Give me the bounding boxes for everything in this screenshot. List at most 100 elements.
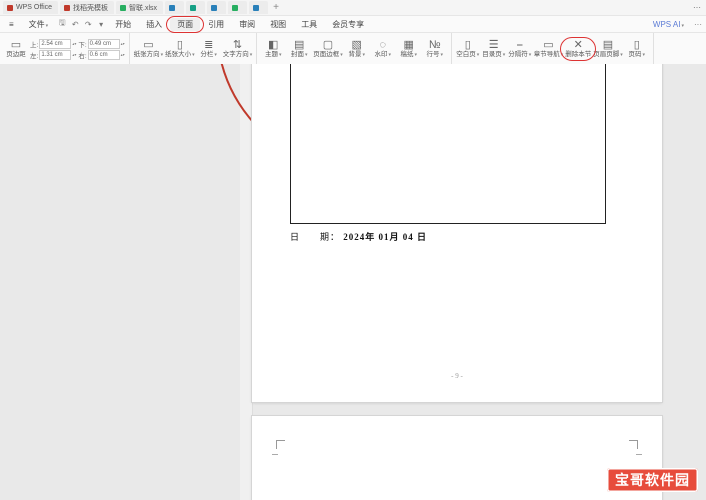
window-more-icon[interactable]: ⋯ [691, 2, 703, 14]
tab-doc-8[interactable] [249, 1, 268, 14]
chevron-down-icon: ▾ [529, 52, 532, 58]
ribbon-章节导航-button[interactable]: ▭章节导航▾ [534, 40, 564, 59]
margin-bottom-right-col: 下:0.49 cm▴▾ 右:0.6 cm▴▾ [78, 39, 124, 60]
封面-icon: ▤ [294, 40, 304, 51]
xls-icon [120, 5, 126, 11]
date-field: 日 期： 2024年 01月 04 日 [290, 230, 624, 243]
文字方向-icon: ⇅ [233, 40, 242, 51]
field-label: 日 期： [290, 232, 340, 242]
页码-icon: ▯ [634, 40, 640, 51]
bordered-text-frame[interactable] [290, 64, 606, 224]
水印-icon: ◌ [379, 40, 386, 51]
ribbon-稿纸-button[interactable]: ▦稿纸▾ [397, 40, 421, 59]
tab-wps-office[interactable]: WPS Office [3, 1, 58, 14]
页眉页脚-icon: ▤ [603, 40, 613, 51]
chevron-down-icon: ▾ [414, 52, 417, 58]
stepper-icon: ▴▾ [72, 42, 76, 45]
redo-icon[interactable]: ↷ [82, 18, 94, 30]
ribbon-分隔符-button[interactable]: ⎯分隔符▾ [508, 40, 532, 59]
纸张大小-icon: ▯ [177, 40, 183, 51]
menu-reference[interactable]: 引用 [201, 18, 231, 31]
chevron-down-icon: ▾ [279, 52, 282, 58]
document-page-2[interactable] [252, 416, 662, 500]
ribbon-label: 行号▾ [426, 52, 443, 59]
menu-member[interactable]: 会员专享 [325, 18, 371, 31]
margin-top-left-col: 上:2.54 cm▴▾ 左:1.31 cm▴▾ [30, 39, 76, 60]
目录页-icon: ☰ [489, 40, 499, 51]
more-qat-icon[interactable]: ▾ [95, 18, 107, 30]
menu-file[interactable]: 文件▾ [22, 18, 56, 31]
ribbon-目录页-button[interactable]: ☰目录页▾ [482, 40, 506, 59]
menu-review[interactable]: 审阅 [232, 18, 262, 31]
ribbon-行号-button[interactable]: №行号▾ [423, 40, 447, 59]
tab-daoke[interactable]: 找稻壳模板 [60, 1, 114, 14]
watermark-badge: 宝哥软件园 [607, 468, 698, 492]
margin-mark-icon [636, 454, 642, 455]
ribbon-水印-button[interactable]: ◌水印▾ [371, 40, 395, 59]
chevron-down-icon: ▾ [305, 52, 308, 58]
ribbon-label: 删除本节 [565, 52, 591, 59]
menu-tools[interactable]: 工具 [294, 18, 324, 31]
margin-mark-icon [272, 454, 278, 455]
ribbon-label: 章节导航▾ [534, 52, 564, 59]
ribbon-label: 分栏▾ [200, 52, 217, 59]
chevron-down-icon: ▾ [681, 23, 684, 29]
ribbon-纸张方向-button[interactable]: ▭纸张方向▾ [134, 40, 164, 59]
ribbon-背景-button[interactable]: ▧背景▾ [345, 40, 369, 59]
menu-kebab-icon[interactable]: ··· [692, 18, 704, 30]
ribbon-文字方向-button[interactable]: ⇅文字方向▾ [223, 40, 253, 59]
chevron-down-icon: ▾ [620, 52, 623, 58]
margin-top-input[interactable]: 上:2.54 cm▴▾ [30, 39, 76, 49]
tab-xlsx[interactable]: 智联.xlsx [116, 1, 163, 14]
hamburger-icon[interactable]: ≡ [2, 19, 21, 30]
chevron-down-icon: ▾ [503, 52, 506, 58]
tab-doc-6[interactable] [207, 1, 226, 14]
空白页-icon: ▯ [465, 40, 471, 51]
主题-icon: ◧ [268, 40, 278, 51]
ribbon-删除本节-button[interactable]: ✕删除本节 [565, 40, 591, 59]
stepper-icon: ▴▾ [121, 53, 125, 56]
chevron-down-icon: ▾ [642, 52, 645, 58]
ribbon-label: 纸张大小▾ [165, 52, 195, 59]
menu-insert[interactable]: 插入 [139, 18, 169, 31]
删除本节-icon: ✕ [574, 40, 583, 51]
ribbon-分栏-button[interactable]: ≣分栏▾ [197, 40, 221, 59]
menu-view[interactable]: 视图 [263, 18, 293, 31]
ribbon-封面-button[interactable]: ▤封面▾ [287, 40, 311, 59]
margin-left-input[interactable]: 左:1.31 cm▴▾ [30, 50, 76, 60]
date-value: 2024年 01月 04 日 [343, 232, 427, 242]
wps-ai-button[interactable]: WPS AI▾ [646, 19, 691, 30]
menu-page[interactable]: 页面 [170, 18, 200, 31]
save-icon[interactable]: 🖫 [56, 18, 68, 30]
margin-right-input[interactable]: 右:0.6 cm▴▾ [78, 50, 124, 60]
margin-group: ▭ 页边距 上:2.54 cm▴▾ 左:1.31 cm▴▾ 下:0.49 cm▴… [0, 33, 130, 65]
ribbon-label: 背景▾ [348, 52, 365, 59]
tab-add-button[interactable]: + [270, 2, 282, 13]
undo-icon[interactable]: ↶ [69, 18, 81, 30]
stepper-icon: ▴▾ [72, 53, 76, 56]
tab-doc-7[interactable] [228, 1, 247, 14]
ribbon-label: 空白页▾ [456, 52, 479, 59]
tab-doc-4[interactable] [165, 1, 184, 14]
ribbon-页面边框-button[interactable]: ▢页面边框▾ [313, 40, 343, 59]
menu-bar: ≡ 文件▾ 🖫 ↶ ↷ ▾ 开始 插入 页面 引用 审阅 视图 工具 会员专享 … [0, 16, 706, 33]
menu-start[interactable]: 开始 [108, 18, 138, 31]
tab-doc-5[interactable] [186, 1, 205, 14]
workspace: 单位名称及盖章： 有限公司 经 办 人： 日 期： 2024年 01月 04 日… [0, 64, 706, 500]
ribbon-页码-button[interactable]: ▯页码▾ [625, 40, 649, 59]
doc-icon [253, 5, 259, 11]
ribbon-页眉页脚-button[interactable]: ▤页眉页脚▾ [593, 40, 623, 59]
ribbon-主题-button[interactable]: ◧主题▾ [261, 40, 285, 59]
ribbon-纸张大小-button[interactable]: ▯纸张大小▾ [165, 40, 195, 59]
doc-icon [64, 5, 70, 11]
ribbon-label: 纸张方向▾ [134, 52, 164, 59]
ribbon-空白页-button[interactable]: ▯空白页▾ [456, 40, 480, 59]
ribbon-label: 封面▾ [291, 52, 308, 59]
分栏-icon: ≣ [204, 40, 213, 51]
ribbon-group: ◧主题▾▤封面▾▢页面边框▾▧背景▾◌水印▾▦稿纸▾№行号▾ [257, 33, 452, 65]
page-margin-button[interactable]: ▭ 页边距 [4, 40, 28, 59]
纸张方向-icon: ▭ [143, 40, 153, 51]
chevron-down-icon: ▾ [214, 52, 217, 58]
margin-bottom-input[interactable]: 下:0.49 cm▴▾ [78, 39, 124, 49]
ribbon-label: 页面边框▾ [313, 52, 343, 59]
